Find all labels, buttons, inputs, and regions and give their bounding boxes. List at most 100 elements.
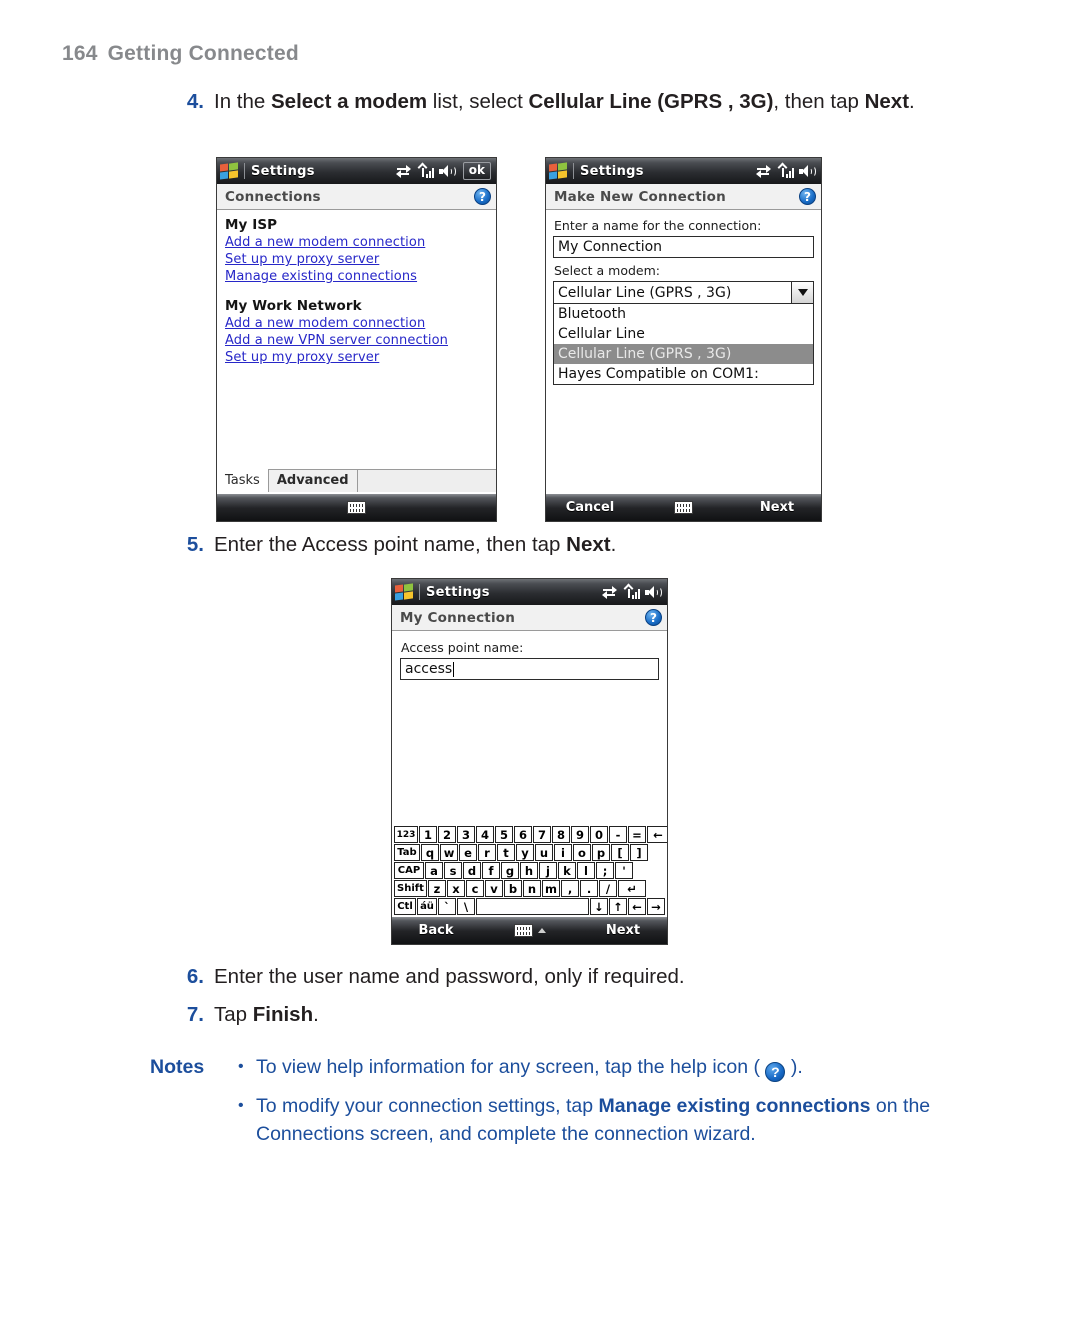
key-b[interactable]: b [504, 880, 522, 897]
modem-option-3[interactable]: Hayes Compatible on COM1: [554, 364, 813, 384]
key-áü[interactable]: áü [417, 898, 437, 915]
link-add-new-modem-connection-isp[interactable]: Add a new modem connection [225, 234, 496, 251]
connectivity-icon[interactable] [756, 164, 771, 178]
link-set-up-my-proxy-server-isp[interactable]: Set up my proxy server [225, 251, 496, 268]
modem-option-0[interactable]: Bluetooth [554, 304, 813, 324]
link-manage-existing-connections[interactable]: Manage existing connections [225, 268, 496, 285]
key-←[interactable]: ← [628, 898, 646, 915]
ok-button[interactable]: ok [462, 162, 491, 180]
key-CAP[interactable]: CAP [394, 862, 424, 879]
key-=[interactable]: = [628, 826, 646, 843]
key-p[interactable]: p [592, 844, 610, 861]
key-;[interactable]: ; [596, 862, 614, 879]
key-5[interactable]: 5 [495, 826, 513, 843]
key-↵[interactable]: ↵ [618, 880, 646, 897]
key-ˋ[interactable]: ˋ [438, 898, 456, 915]
key-q[interactable]: q [421, 844, 439, 861]
key-u[interactable]: u [535, 844, 553, 861]
key-a[interactable]: a [425, 862, 443, 879]
key-e[interactable]: e [459, 844, 477, 861]
key-r[interactable]: r [478, 844, 496, 861]
key-Ctl[interactable]: Ctl [394, 898, 416, 915]
key-h[interactable]: h [520, 862, 538, 879]
key-c[interactable]: c [466, 880, 484, 897]
speaker-icon[interactable] [799, 164, 816, 178]
modem-combobox[interactable]: Cellular Line (GPRS , 3G) [553, 281, 814, 304]
keyboard-icon[interactable] [513, 924, 533, 937]
cancel-button[interactable]: Cancel [560, 500, 620, 515]
key-1[interactable]: 1 [419, 826, 437, 843]
key-→[interactable]: → [647, 898, 665, 915]
key-t[interactable]: t [497, 844, 515, 861]
connectivity-icon[interactable] [395, 164, 411, 178]
signal-icon[interactable] [623, 583, 640, 599]
modem-option-2[interactable]: Cellular Line (GPRS , 3G) [554, 344, 813, 364]
speaker-icon[interactable] [438, 164, 456, 178]
key-9[interactable]: 9 [571, 826, 589, 843]
key-j[interactable]: j [539, 862, 557, 879]
speaker-icon[interactable] [645, 585, 662, 599]
connection-name-input[interactable]: My Connection [553, 236, 814, 258]
key-g[interactable]: g [501, 862, 519, 879]
key-v[interactable]: v [485, 880, 503, 897]
key-7[interactable]: 7 [533, 826, 551, 843]
key-0[interactable]: 0 [590, 826, 608, 843]
key-w[interactable]: w [440, 844, 458, 861]
signal-icon[interactable] [417, 162, 434, 178]
help-icon[interactable]: ? [799, 188, 816, 205]
key-\[interactable]: \ [457, 898, 475, 915]
keyboard-icon[interactable] [674, 501, 693, 514]
key-6[interactable]: 6 [514, 826, 532, 843]
key-o[interactable]: o [573, 844, 591, 861]
key-Tab[interactable]: Tab [394, 844, 420, 861]
key-123[interactable]: 123 [394, 826, 418, 843]
on-screen-keyboard[interactable]: 123 1 2 3 4 5 6 7 8 9 0- = ← Tab q w e r t y u i o p[] CAP a s d f g h… [394, 826, 667, 916]
key-x[interactable]: x [447, 880, 465, 897]
key-l[interactable]: l [577, 862, 595, 879]
keyboard-toggle[interactable] [513, 924, 546, 937]
key-/[interactable]: / [599, 880, 617, 897]
chevron-up-icon[interactable] [537, 928, 546, 933]
chevron-down-icon[interactable] [791, 282, 813, 303]
keyboard-icon[interactable] [347, 501, 366, 514]
help-icon[interactable]: ? [474, 188, 491, 205]
modem-option-1[interactable]: Cellular Line [554, 324, 813, 344]
signal-icon[interactable] [777, 162, 794, 178]
key-s[interactable]: s [444, 862, 462, 879]
key-↓[interactable]: ↓ [590, 898, 608, 915]
key-,[interactable]: , [561, 880, 579, 897]
key-z[interactable]: z [428, 880, 446, 897]
key-f[interactable]: f [482, 862, 500, 879]
key-i[interactable]: i [554, 844, 572, 861]
key-k[interactable]: k [558, 862, 576, 879]
key-y[interactable]: y [516, 844, 534, 861]
key--[interactable]: - [609, 826, 627, 843]
modem-dropdown-list[interactable]: Bluetooth Cellular Line Cellular Line (GPR… [553, 304, 814, 385]
link-set-up-my-proxy-server-work[interactable]: Set up my proxy server [225, 349, 496, 366]
back-button[interactable]: Back [406, 923, 466, 938]
key-][interactable]: ] [630, 844, 648, 861]
key-↑[interactable]: ↑ [609, 898, 627, 915]
key-8[interactable]: 8 [552, 826, 570, 843]
next-button[interactable]: Next [747, 500, 807, 515]
tab-tasks[interactable]: Tasks [217, 470, 268, 492]
key-4[interactable]: 4 [476, 826, 494, 843]
key-←[interactable]: ← [647, 826, 667, 843]
link-add-new-vpn-server-connection[interactable]: Add a new VPN server connection [225, 332, 496, 349]
tab-advanced[interactable]: Advanced [267, 469, 358, 492]
key-.[interactable]: . [580, 880, 598, 897]
key-n[interactable]: n [523, 880, 541, 897]
connectivity-icon[interactable] [602, 585, 617, 599]
key-3[interactable]: 3 [457, 826, 475, 843]
key-[[interactable]: [ [611, 844, 629, 861]
access-point-name-input[interactable]: access [400, 658, 659, 680]
help-icon[interactable]: ? [645, 609, 662, 626]
key-Shift[interactable]: Shift [394, 880, 427, 897]
key-m[interactable]: m [542, 880, 560, 897]
next-button[interactable]: Next [593, 923, 653, 938]
link-add-new-modem-connection-work[interactable]: Add a new modem connection [225, 315, 496, 332]
key-2[interactable]: 2 [438, 826, 456, 843]
key-space[interactable] [476, 898, 589, 915]
key-'[interactable]: ' [615, 862, 633, 879]
key-d[interactable]: d [463, 862, 481, 879]
